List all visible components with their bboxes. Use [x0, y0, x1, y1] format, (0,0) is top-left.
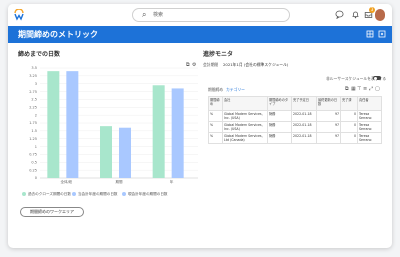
- cell-pct: %: [208, 132, 223, 144]
- cell-owner-link[interactable]: Teresa Serrano: [357, 110, 382, 122]
- y-tick-label: 2: [35, 113, 37, 117]
- y-tick-label: 0: [35, 176, 37, 180]
- workarea-button[interactable]: 期間締めのワークエリア: [20, 207, 84, 217]
- cell-company-link[interactable]: Global Modern Services, Inc. (USA): [222, 121, 268, 133]
- bar-current[interactable]: [171, 88, 184, 178]
- table-fullscreen-icon[interactable]: ⤢: [369, 86, 373, 93]
- table-row: % Global Modern Services, Inc. (USA) 財務 …: [208, 110, 382, 122]
- filter-value[interactable]: カテゴリー: [226, 87, 245, 93]
- chart-legend: 過去のクローズ期間の日数 当会計年度の期間の日数 現会計年度の期間の日数: [22, 191, 202, 199]
- legend-label: 現会計年度の期間の日数: [128, 192, 168, 196]
- cell-owner-link[interactable]: Teresa Serrano: [357, 121, 382, 133]
- progress-table: 期間締め 会社 期間締めのタイプ 完了予定日 最終更新の日数 完了済 責任者 %…: [208, 96, 382, 144]
- cell-type: 財務: [267, 110, 292, 122]
- period-label: 会計期間: [203, 62, 219, 67]
- table-sort-icon[interactable]: ≡: [363, 86, 367, 93]
- bar-past[interactable]: [100, 126, 112, 178]
- cell-days: 97: [316, 132, 341, 144]
- x-tick-label: 年: [170, 179, 174, 184]
- table-filter-icon[interactable]: ⊤: [357, 86, 361, 93]
- cell-date: 2022-01-18: [291, 121, 317, 133]
- x-tick-label: 期間: [116, 179, 123, 184]
- schedule-toggle[interactable]: [373, 76, 381, 80]
- legend-label: 過去のクローズ期間の日数: [28, 192, 71, 196]
- y-tick-label: 2.5: [31, 98, 37, 102]
- cell-date: 2022-01-18: [291, 132, 317, 144]
- cell-days: 97: [316, 121, 341, 133]
- legend-item-this-year: 現会計年度の期間の日数: [122, 191, 168, 197]
- legend-swatch: [72, 191, 76, 196]
- table-header-row: 期間締め 会社 期間締めのタイプ 完了予定日 最終更新の日数 完了済 責任者: [208, 96, 382, 111]
- table-grid-icon[interactable]: ▢: [375, 86, 380, 93]
- col-header[interactable]: 期間締め: [208, 96, 223, 111]
- col-header[interactable]: 最終更新の日数: [316, 96, 341, 111]
- col-header[interactable]: 会社: [222, 96, 268, 111]
- table-settings-icon[interactable]: ▦: [351, 86, 356, 93]
- y-tick-label: 1.75: [29, 121, 37, 125]
- y-tick-label: 2.25: [29, 105, 37, 109]
- progress-monitor-title: 進捗モニタ: [203, 51, 234, 58]
- filter-label: 期間締め: [208, 87, 224, 92]
- legend-label: 当会計年度の期間の日数: [78, 192, 118, 196]
- table-export-icon[interactable]: ⧉: [345, 86, 349, 93]
- col-header[interactable]: 期間締めのタイプ: [267, 96, 292, 111]
- legend-swatch: [122, 191, 126, 196]
- legend-item-past: 過去のクローズ期間の日数: [22, 191, 71, 197]
- legend-item-current: 当会計年度の期間の日数: [72, 191, 118, 197]
- period-value: 2021年1月 (会社の標準スケジュール): [223, 62, 289, 67]
- cell-done: 0: [340, 110, 358, 122]
- bar-past[interactable]: [152, 85, 165, 178]
- y-tick-label: 3.5: [31, 66, 37, 70]
- cell-date: 2022-01-18: [291, 110, 317, 122]
- cell-owner-link[interactable]: Teresa Serrano: [357, 132, 382, 144]
- col-header[interactable]: 完了済: [340, 96, 358, 111]
- y-tick-label: 1.25: [29, 137, 37, 141]
- table-row: % Global Modern Services, Inc. (USA) 財務 …: [208, 121, 382, 133]
- y-tick-label: 0.5: [31, 160, 37, 164]
- col-header[interactable]: 完了予定日: [291, 96, 317, 111]
- y-tick-label: 0.75: [29, 153, 37, 157]
- bar-current[interactable]: [119, 127, 131, 178]
- y-tick-label: 1.5: [31, 129, 37, 133]
- cell-type: 財務: [267, 121, 292, 133]
- y-tick-label: 3: [35, 82, 37, 86]
- y-tick-label: 1: [35, 145, 37, 149]
- y-tick-label: 0.25: [29, 168, 37, 172]
- y-tick-label: 2.75: [29, 90, 37, 94]
- x-tick-label: 全体/総: [60, 179, 72, 184]
- cell-days: 97: [316, 110, 341, 122]
- table-toolbar: 期間締め カテゴリー ⧉ ▦ ⊤ ≡ ⤢ ▢: [208, 86, 381, 94]
- app-window: ⌕ 検索 3 期間締めのメトリック 締めまでの日数 ⧉ ⚙ 0 0.25 0.5 0.…: [8, 4, 392, 248]
- cell-done: 0: [340, 121, 358, 133]
- cell-done: 0: [340, 132, 358, 144]
- bar-current[interactable]: [66, 71, 79, 178]
- y-tick-label: 3.25: [29, 74, 37, 78]
- legend-swatch: [22, 191, 26, 196]
- table-row: % Global Modern Services, Ltd (Canada) 財…: [208, 132, 382, 144]
- cell-pct: %: [208, 121, 223, 133]
- cell-company-link[interactable]: Global Modern Services, Ltd (Canada): [222, 132, 268, 144]
- col-header[interactable]: 責任者: [357, 96, 382, 111]
- cell-type: 財務: [267, 132, 292, 144]
- cell-company-link[interactable]: Global Modern Services, Inc. (USA): [222, 110, 268, 122]
- cell-pct: %: [208, 110, 223, 122]
- bar-past[interactable]: [47, 71, 60, 178]
